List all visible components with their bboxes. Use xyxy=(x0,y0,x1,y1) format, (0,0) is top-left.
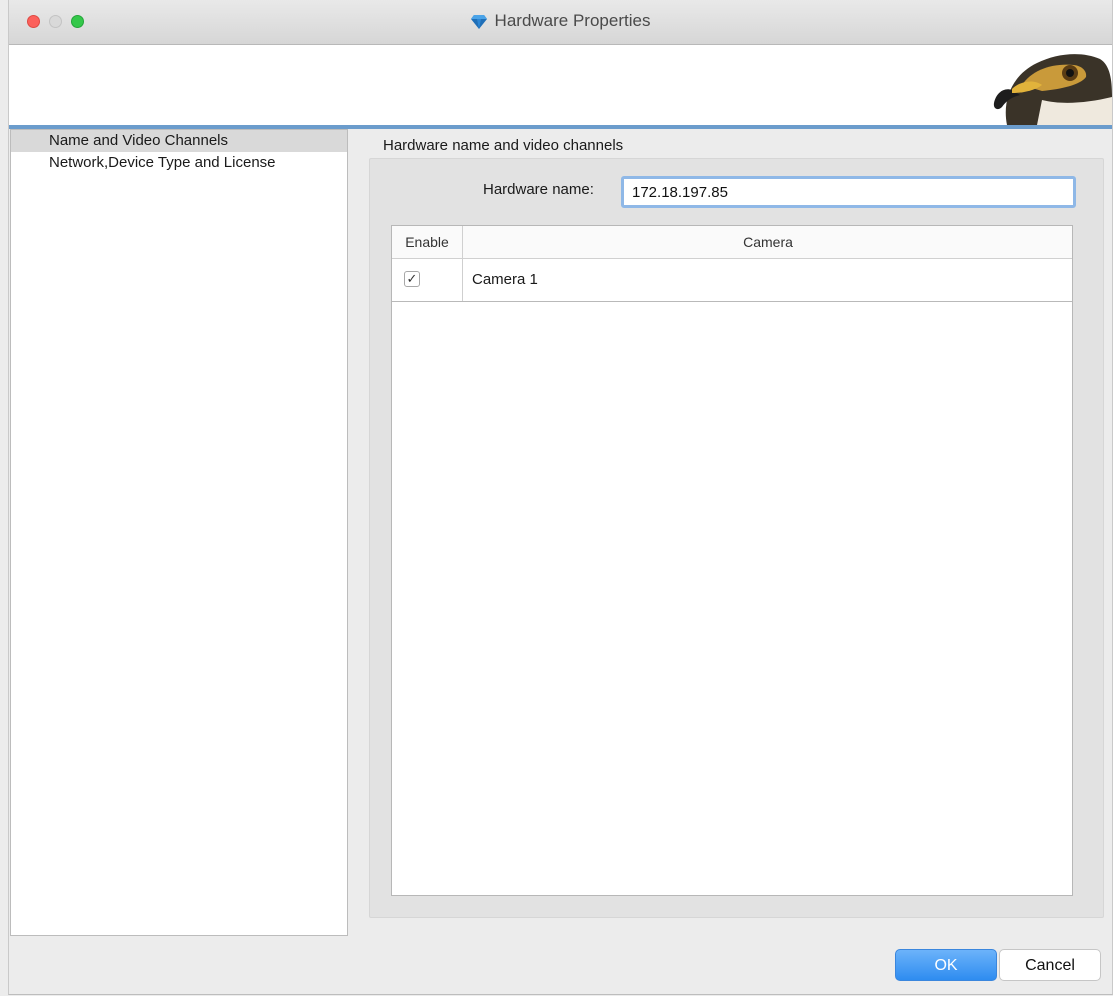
hardware-name-label: Hardware name: xyxy=(483,181,594,198)
falcon-logo-image xyxy=(993,54,1112,125)
header-banner xyxy=(9,45,1112,125)
hardware-properties-window: Hardware Properties Name and Video Chann… xyxy=(8,0,1113,995)
ok-button[interactable]: OK xyxy=(895,949,997,981)
sidebar-item-name-and-video-channels[interactable]: Name and Video Channels xyxy=(11,130,347,152)
table-row[interactable]: ✓ Camera 1 xyxy=(392,259,1072,302)
hardware-name-input[interactable] xyxy=(621,176,1076,208)
sidebar-item-network-device-type-license[interactable]: Network,Device Type and License xyxy=(11,152,347,174)
enable-cell: ✓ xyxy=(392,259,463,301)
window-title-group: Hardware Properties xyxy=(9,11,1112,31)
table-header: Enable Camera xyxy=(392,226,1072,259)
cancel-button[interactable]: Cancel xyxy=(999,949,1101,981)
diamond-icon xyxy=(470,15,487,29)
settings-sidebar: Name and Video Channels Network,Device T… xyxy=(10,129,348,936)
title-bar[interactable]: Hardware Properties xyxy=(9,0,1112,45)
section-title: Hardware name and video channels xyxy=(383,137,624,154)
window-title: Hardware Properties xyxy=(494,11,651,30)
video-channels-table: Enable Camera ✓ Camera 1 xyxy=(391,225,1073,896)
camera-name-cell[interactable]: Camera 1 xyxy=(472,259,538,301)
camera-enable-checkbox[interactable]: ✓ xyxy=(404,271,420,287)
column-header-enable[interactable]: Enable xyxy=(392,226,463,258)
column-header-camera[interactable]: Camera xyxy=(463,226,1073,258)
